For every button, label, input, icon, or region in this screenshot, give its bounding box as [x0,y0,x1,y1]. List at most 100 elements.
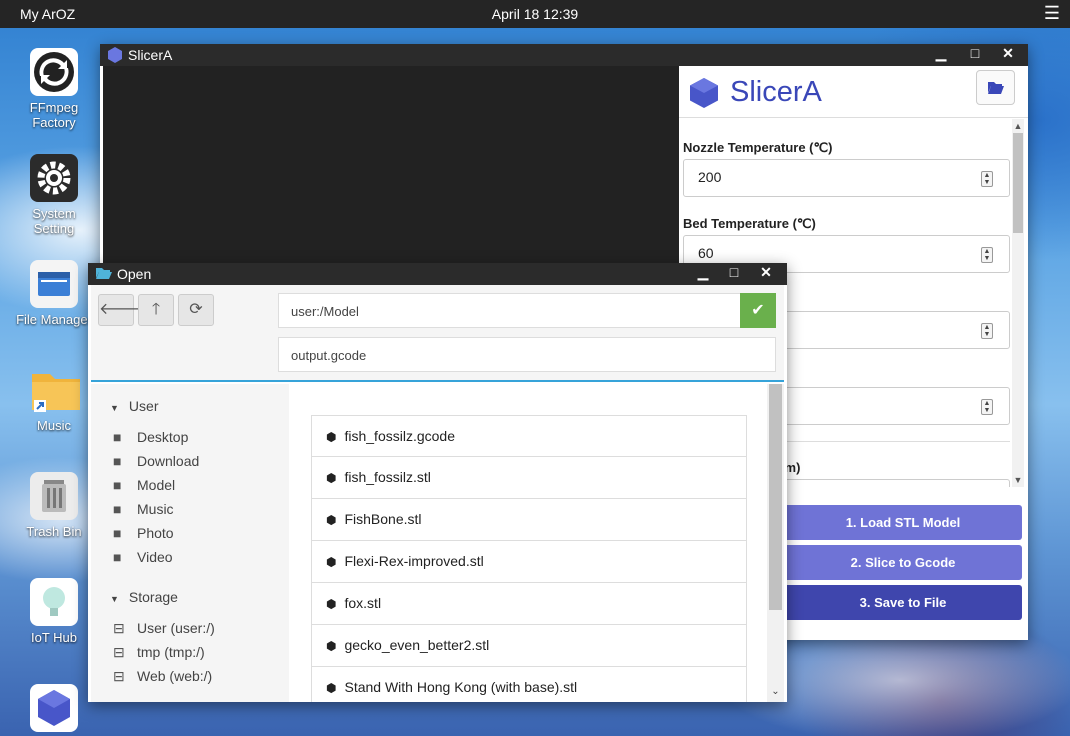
maximize-button[interactable]: □ [723,264,745,280]
tree-item-model[interactable]: ■ Model [113,477,175,493]
tree-item-label: tmp (tmp:/) [137,644,205,660]
tree-item-label: Music [137,501,174,517]
spinner-icon[interactable]: ▲ ▼ [981,399,993,415]
spinner-icon[interactable]: ▲ ▼ [981,323,993,339]
window-title: SlicerA [128,47,173,63]
desktop-icon-music[interactable]: Music [16,366,92,433]
open-folder-button[interactable] [976,70,1015,105]
tree-group-storage[interactable]: ▼ Storage [110,589,178,605]
load-stl-button[interactable]: 1. Load STL Model [784,505,1022,540]
file-list-scrollbar[interactable]: ⌄ [767,384,784,702]
desktop-icon-ffmpeg-factory[interactable]: FFmpeg Factory [16,48,92,130]
scrollbar-thumb[interactable] [1013,133,1023,233]
folder-icon: ■ [113,549,122,565]
desktop-icon-iot-hub[interactable]: IoT Hub [16,578,92,645]
desktop-icon-system-setting[interactable]: System Setting [16,154,92,236]
hard-drive-icon: ⊟ [113,668,125,684]
hard-drive-icon: ⊟ [113,620,125,636]
confirm-path-button[interactable]: ✔ [740,293,776,328]
tree-group-label: User [128,398,159,414]
tree-item-music[interactable]: ■ Music [113,501,174,517]
minimize-button[interactable]: ▁ [692,264,714,281]
slicer-header: SlicerA [679,66,1028,118]
desktop-icon-slicera[interactable] [16,684,92,736]
gear-icon [30,154,78,202]
cube-icon: ⬢ [326,555,337,569]
file-name: FishBone.stl [344,511,422,527]
desktop-icon-label: System Setting [32,206,76,236]
filename-input[interactable]: output.gcode [278,337,776,372]
save-to-file-button[interactable]: 3. Save to File [784,585,1022,620]
scroll-up-icon[interactable]: ▲ [1012,121,1024,131]
tree-item-storage-tmp[interactable]: ⊟ tmp (tmp:/) [113,644,205,661]
ffmpeg-factory-icon [30,48,78,96]
cube-icon: ⬢ [326,597,337,611]
file-row[interactable]: ⬢ fish_fossilz.gcode [311,415,747,457]
settings-scrollbar[interactable]: ▲ ▼ [1012,119,1024,487]
spinner-icon[interactable]: ▲ ▼ [981,171,993,187]
folder-icon: ■ [113,501,122,517]
file-name: gecko_even_better2.stl [344,637,490,653]
desktop-icon-label: FFmpeg Factory [29,100,79,130]
tree-item-photo[interactable]: ■ Photo [113,525,174,541]
back-arrow-icon[interactable]: 🡐 [98,294,142,326]
file-manager-icon [30,260,78,308]
file-row[interactable]: ⬢ gecko_even_better2.stl [311,625,747,667]
file-row[interactable]: ⬢ fish_fossilz.stl [311,457,747,499]
tree-item-storage-web[interactable]: ⊟ Web (web:/) [113,668,212,685]
folder-icon: ■ [113,453,122,469]
system-clock: April 18 12:39 [491,6,579,22]
spinner-icon[interactable]: ▲ ▼ [981,247,993,263]
nozzle-temperature-input[interactable]: 200 ▲ ▼ [683,159,1010,197]
up-arrow-icon[interactable]: 🡑 [138,294,174,326]
file-row[interactable]: ⬢ FishBone.stl [311,499,747,541]
desktop-icon-label: Music [37,418,71,433]
desktop-icon-trash-bin[interactable]: Trash Bin [16,472,92,539]
trash-bin-icon [30,472,78,520]
cube-icon: ⬢ [326,681,337,695]
file-list: ⬢ fish_fossilz.gcode ⬢ fish_fossilz.stl ⬢ F… [289,384,767,702]
top-bar: My ArOZ April 18 12:39 ☰ [0,0,1070,28]
close-button[interactable]: ✕ [755,264,777,281]
path-input[interactable]: user:/Model [278,293,741,328]
tree-item-download[interactable]: ■ Download [113,453,199,469]
maximize-button[interactable]: □ [964,45,986,61]
tree-group-user[interactable]: ▼ User [110,398,158,414]
checkmark-icon: ✔ [751,302,765,319]
cube-icon: ⬢ [326,430,337,444]
folder-shortcut-icon [30,366,80,414]
slice-to-gcode-button[interactable]: 2. Slice to Gcode [784,545,1022,580]
tree-item-storage-user[interactable]: ⊟ User (user:/) [113,620,215,637]
scroll-down-icon[interactable]: ▼ [1012,475,1024,485]
tree-item-label: Photo [137,525,174,541]
open-dialog: Open ▁ □ ✕ 🡐 🡑 ⟳ user:/Model ✔ output.gc… [88,263,787,702]
caret-down-icon: ▼ [110,594,119,604]
slicera-logo-icon [689,77,719,112]
desktop-icon-file-manager[interactable]: File Manager [16,260,92,327]
slicera-titlebar[interactable]: SlicerA ▁ □ ✕ [100,44,1028,66]
tree-item-video[interactable]: ■ Video [113,549,173,565]
scroll-down-icon[interactable]: ⌄ [767,686,784,697]
hamburger-menu-icon[interactable]: ☰ [1044,4,1060,22]
caret-down-icon: ▼ [110,403,119,413]
lightbulb-icon [30,578,78,626]
scrollbar-thumb[interactable] [769,384,782,610]
folder-icon: ■ [113,429,122,445]
tree-item-label: Video [137,549,173,565]
cube-icon: ⬢ [326,639,337,653]
tree-item-label: User (user:/) [137,620,215,636]
file-row[interactable]: ⬢ Flexi-Rex-improved.stl [311,541,747,583]
open-dialog-titlebar[interactable]: Open ▁ □ ✕ [88,263,787,285]
minimize-button[interactable]: ▁ [930,45,952,62]
file-row[interactable]: ⬢ Stand With Hong Kong (with base).stl [311,667,747,702]
refresh-icon[interactable]: ⟳ [178,294,214,326]
file-row[interactable]: ⬢ fox.stl [311,583,747,625]
cube-icon: ⬢ [326,513,337,527]
file-name: fish_fossilz.stl [344,469,431,485]
directory-tree: ▼ User ■ Desktop ■ Download ■ Model ■ Music ■… [91,384,289,702]
close-button[interactable]: ✕ [997,45,1019,62]
hard-drive-icon: ⊟ [113,644,125,660]
cube-icon: ⬢ [326,471,337,485]
tree-item-desktop[interactable]: ■ Desktop [113,429,188,445]
open-dialog-toolbar: 🡐 🡑 ⟳ user:/Model ✔ output.gcode [91,285,784,382]
